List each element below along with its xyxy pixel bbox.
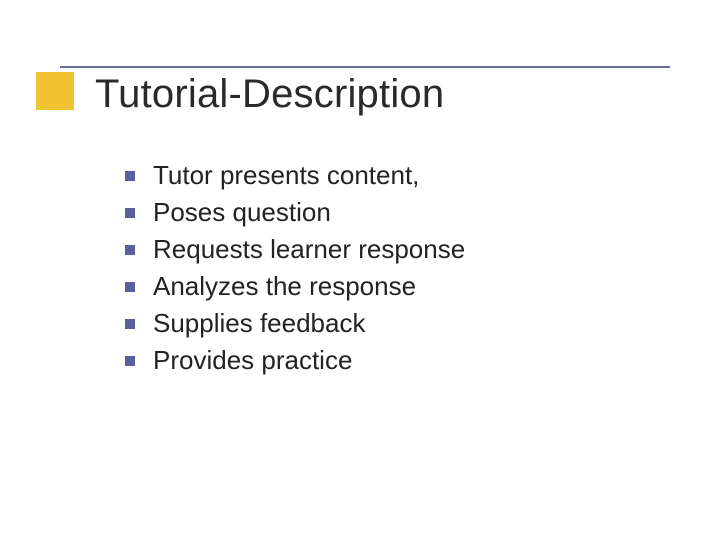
square-bullet-icon: [125, 245, 135, 255]
square-bullet-icon: [125, 282, 135, 292]
list-item-text: Poses question: [153, 197, 331, 228]
list-item: Tutor presents content,: [125, 160, 465, 191]
accent-square: [36, 72, 74, 110]
list-item: Poses question: [125, 197, 465, 228]
square-bullet-icon: [125, 356, 135, 366]
list-item: Provides practice: [125, 345, 465, 376]
square-bullet-icon: [125, 171, 135, 181]
list-item-text: Requests learner response: [153, 234, 465, 265]
bullet-list: Tutor presents content, Poses question R…: [125, 160, 465, 382]
square-bullet-icon: [125, 319, 135, 329]
list-item: Analyzes the response: [125, 271, 465, 302]
square-bullet-icon: [125, 208, 135, 218]
list-item: Requests learner response: [125, 234, 465, 265]
slide: Tutorial-Description Tutor presents cont…: [0, 0, 720, 540]
title-rule: [60, 66, 670, 68]
list-item-text: Tutor presents content,: [153, 160, 419, 191]
list-item: Supplies feedback: [125, 308, 465, 339]
list-item-text: Provides practice: [153, 345, 352, 376]
list-item-text: Supplies feedback: [153, 308, 365, 339]
slide-title: Tutorial-Description: [95, 72, 444, 117]
list-item-text: Analyzes the response: [153, 271, 416, 302]
